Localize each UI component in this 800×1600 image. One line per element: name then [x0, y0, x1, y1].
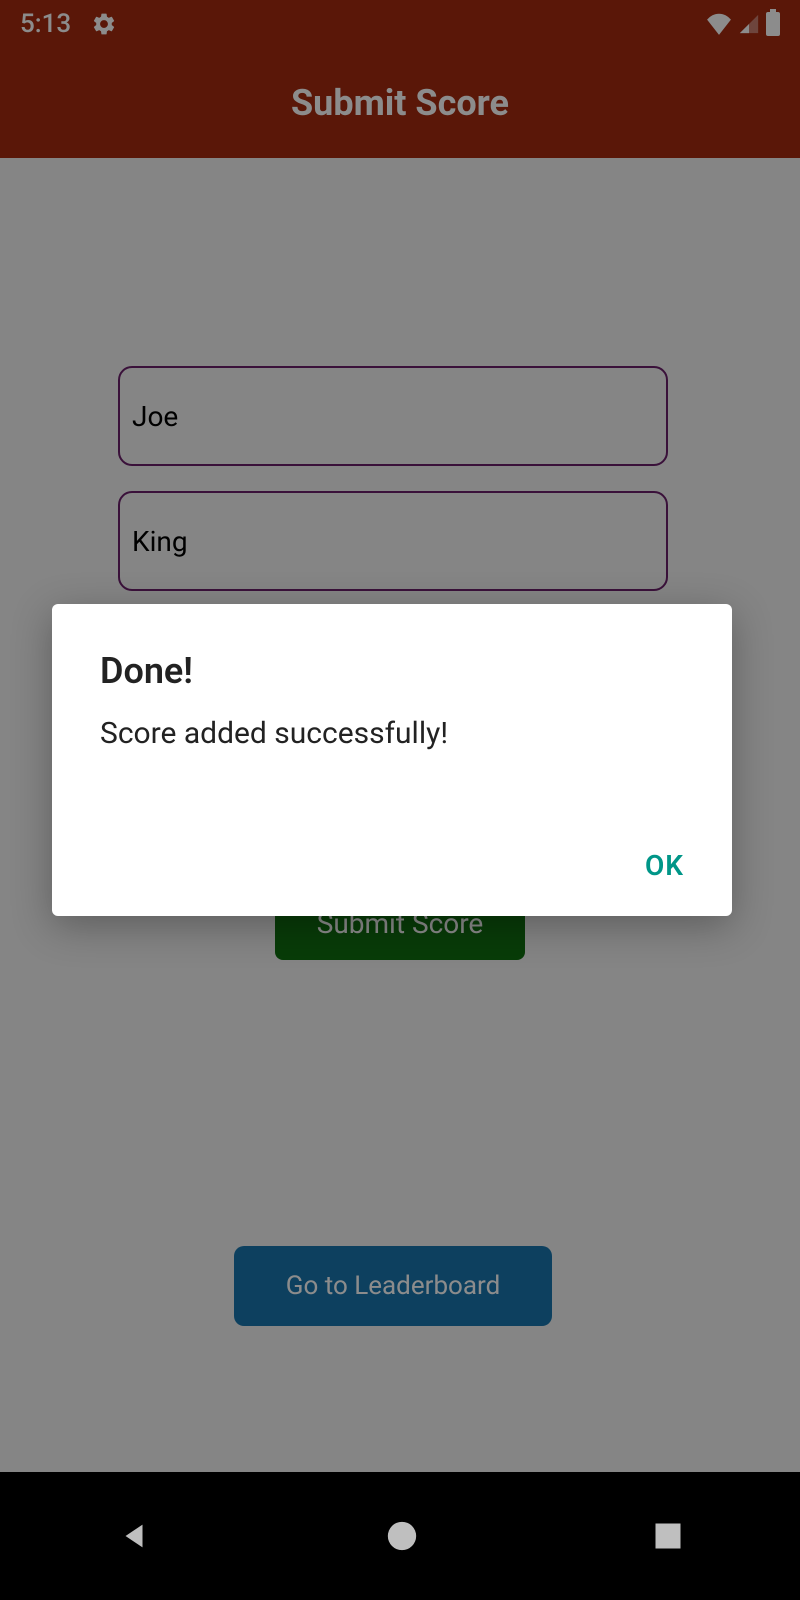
back-icon[interactable]	[117, 1519, 151, 1553]
recent-icon[interactable]	[653, 1521, 683, 1551]
ok-button[interactable]: OK	[645, 849, 684, 882]
navigation-bar	[0, 1472, 800, 1600]
dialog-title: Done!	[100, 650, 684, 692]
dialog-message: Score added successfully!	[100, 716, 684, 751]
success-dialog: Done! Score added successfully! OK	[52, 604, 732, 916]
home-icon[interactable]	[385, 1519, 419, 1553]
